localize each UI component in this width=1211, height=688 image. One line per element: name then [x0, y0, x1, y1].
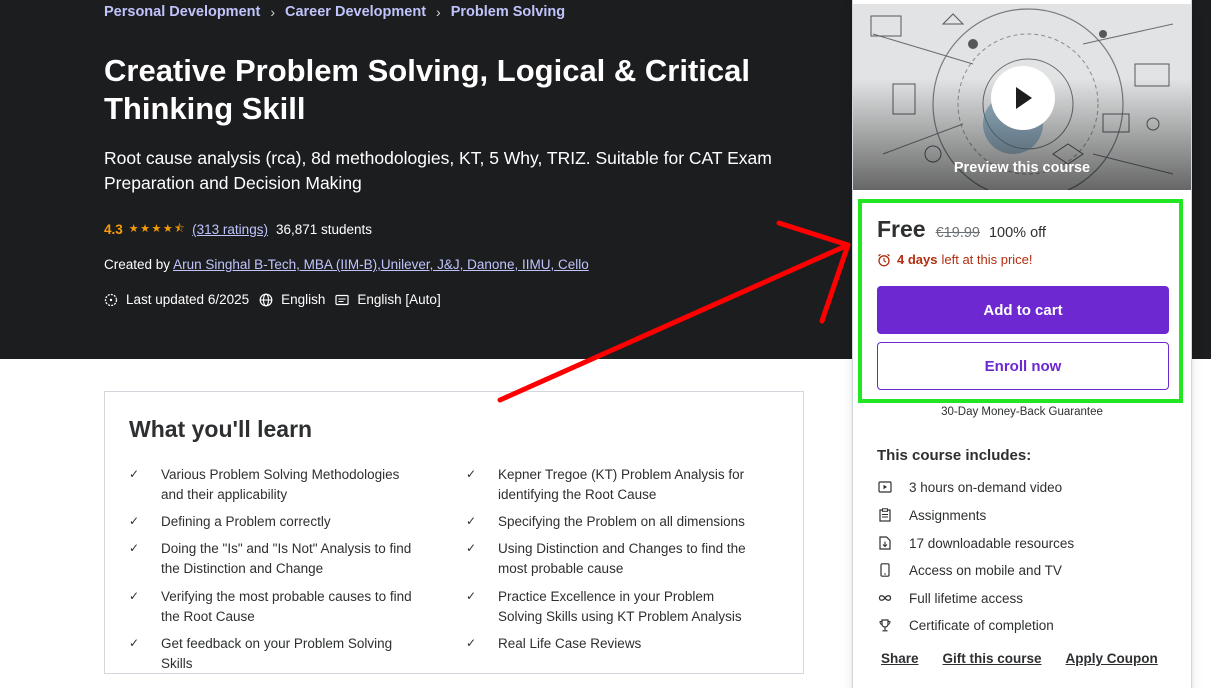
check-icon: ✓ — [466, 636, 477, 650]
play-button[interactable] — [991, 66, 1055, 130]
include-item: Access on mobile and TV — [877, 562, 1062, 578]
mobile-icon — [877, 562, 893, 578]
check-icon: ✓ — [466, 467, 477, 481]
include-item: Assignments — [877, 507, 986, 523]
check-icon: ✓ — [129, 541, 140, 555]
breadcrumb-career-development[interactable]: Career Development — [285, 4, 426, 20]
chevron-right-icon: › — [436, 4, 441, 20]
current-price: Free — [877, 216, 926, 242]
video-icon — [877, 479, 893, 495]
price-timer: 4 days left at this price! — [877, 252, 1033, 267]
check-icon: ✓ — [129, 589, 140, 603]
learn-item: ✓ Specifying the Problem on all dimension… — [466, 512, 756, 532]
course-meta: Last updated 6/2025 English English [Aut… — [104, 292, 451, 307]
rating-row: 4.3 ★★★★⯪ (313 ratings) 36,871 students — [104, 220, 372, 239]
add-to-cart-button[interactable]: Add to cart — [877, 286, 1169, 334]
sidebar-links: Share Gift this course Apply Coupon — [881, 651, 1158, 666]
captions: English [Auto] — [357, 292, 441, 307]
assignment-icon — [877, 507, 893, 523]
apply-coupon-link[interactable]: Apply Coupon — [1066, 651, 1158, 666]
infinity-icon — [877, 590, 893, 606]
course-title: Creative Problem Solving, Logical & Crit… — [104, 53, 751, 126]
breadcrumb: Personal Development › Career Developmen… — [104, 4, 565, 20]
original-price: €19.99 — [935, 225, 980, 241]
check-icon: ✓ — [129, 514, 140, 528]
gift-course-link[interactable]: Gift this course — [943, 651, 1042, 666]
check-icon: ✓ — [466, 541, 477, 555]
purchase-sidebar: Preview this course Free €19.99 100% off… — [852, 0, 1192, 688]
price-row: Free €19.99 100% off — [877, 216, 1046, 243]
include-item: 3 hours on-demand video — [877, 479, 1062, 495]
learn-item: ✓ Various Problem Solving Methodologies a… — [129, 467, 400, 502]
course-subtitle: Root cause analysis (rca), 8d methodolog… — [104, 148, 772, 193]
learn-item: ✓ Defining a Problem correctly — [129, 512, 419, 532]
learn-item: ✓ Kepner Tregoe (KT) Problem Analysis for… — [466, 467, 745, 502]
learn-item: ✓ Verifying the most probable causes to f… — [129, 589, 412, 624]
learn-item: ✓ Get feedback on your Problem Solving Sk… — [129, 636, 393, 671]
students-count: 36,871 students — [275, 222, 373, 237]
include-item: 17 downloadable resources — [877, 535, 1074, 551]
last-updated: Last updated 6/2025 — [126, 292, 250, 307]
created-by-label: Created by — [104, 257, 171, 272]
breadcrumb-problem-solving[interactable]: Problem Solving — [451, 4, 565, 20]
share-link[interactable]: Share — [881, 651, 919, 666]
timer-days: 4 days — [897, 252, 938, 267]
language: English — [281, 292, 326, 307]
include-item: Full lifetime access — [877, 590, 1023, 606]
learn-item: ✓ Using Distinction and Changes to find t… — [466, 541, 746, 576]
check-icon: ✓ — [129, 636, 140, 650]
check-icon: ✓ — [466, 514, 477, 528]
chevron-right-icon: › — [270, 4, 275, 20]
learn-item: ✓ Real Life Case Reviews — [466, 634, 756, 654]
includes-title: This course includes: — [877, 447, 1032, 464]
instructor-link[interactable]: Arun Singhal B-Tech, MBA (IIM-B),Unileve… — [173, 257, 589, 272]
course-preview-video[interactable]: Preview this course — [853, 4, 1191, 190]
play-icon — [1016, 87, 1032, 109]
ratings-count-link[interactable]: (313 ratings) — [192, 222, 268, 237]
captions-icon — [335, 294, 349, 305]
learn-item: ✓ Doing the "Is" and "Is Not" Analysis to… — [129, 541, 412, 576]
check-icon: ✓ — [466, 589, 477, 603]
rating-value: 4.3 — [104, 222, 123, 237]
learn-item: ✓ Practice Excellence in your Problem Sol… — [466, 589, 742, 624]
alert-badge-icon — [104, 293, 118, 306]
preview-label: Preview this course — [953, 160, 1091, 176]
star-rating-icon: ★★★★⯪ — [128, 223, 187, 235]
alarm-clock-icon — [878, 253, 890, 266]
breadcrumb-personal-development[interactable]: Personal Development — [104, 4, 260, 20]
discount-percent: 100% off — [988, 225, 1046, 241]
enroll-now-button[interactable]: Enroll now — [877, 342, 1169, 390]
download-file-icon — [877, 535, 893, 551]
include-item: Certificate of completion — [877, 617, 1054, 633]
money-back-guarantee: 30-Day Money-Back Guarantee — [941, 406, 1103, 418]
trophy-icon — [877, 617, 893, 633]
globe-icon — [259, 293, 273, 306]
check-icon: ✓ — [129, 467, 140, 481]
what-youll-learn-box: What you'll learn ✓ Various Problem Solvi… — [104, 391, 804, 674]
created-by: Created by Arun Singhal B-Tech, MBA (IIM… — [104, 257, 589, 272]
learn-title: What you'll learn — [129, 416, 313, 442]
timer-text: left at this price! — [941, 252, 1033, 267]
